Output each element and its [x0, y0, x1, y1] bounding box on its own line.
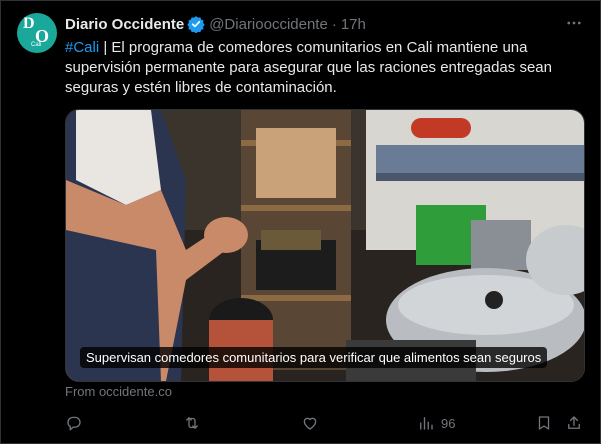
media-caption: Supervisan comedores comunitarios para v…: [80, 347, 548, 368]
bookmark-icon: [538, 416, 550, 430]
author-name[interactable]: Diario Occidente: [65, 16, 184, 33]
verified-badge-icon: [187, 16, 205, 33]
tweet-text: #Cali | El programa de comedores comunit…: [65, 38, 585, 98]
separator-dot: ·: [331, 15, 337, 33]
views-count: 96: [441, 415, 456, 431]
reply-icon: [67, 416, 81, 431]
share-button[interactable]: [565, 412, 583, 434]
link-source[interactable]: From occidente.co: [65, 384, 172, 399]
more-icon[interactable]: [564, 13, 584, 33]
tweet-card[interactable]: D O Cali Diario Occidente @Diarioocciden…: [0, 0, 601, 444]
action-bar: 96: [65, 412, 585, 434]
like-icon: [303, 417, 317, 430]
avatar[interactable]: D O Cali: [17, 13, 57, 53]
views-button[interactable]: 96: [417, 412, 455, 434]
retweet-icon: [186, 417, 198, 429]
tweet-header: Diario Occidente @Diariooccidente · 17h: [65, 14, 366, 34]
timestamp[interactable]: 17h: [341, 16, 366, 33]
bookmark-button[interactable]: [535, 412, 553, 434]
views-icon: [420, 417, 433, 430]
avatar-letter-d: D: [23, 15, 35, 32]
kitchen-photo: [66, 110, 584, 381]
hashtag-link[interactable]: #Cali: [65, 39, 99, 56]
retweet-button[interactable]: [183, 412, 201, 434]
tweet-media[interactable]: Supervisan comedores comunitarios para v…: [65, 109, 585, 382]
like-button[interactable]: [301, 412, 319, 434]
author-handle[interactable]: @Diariooccidente: [209, 16, 328, 33]
reply-button[interactable]: [65, 412, 83, 434]
tweet-body: | El programa de comedores comunitarios …: [65, 39, 552, 96]
avatar-city: Cali: [31, 42, 42, 48]
share-icon: [568, 416, 580, 429]
